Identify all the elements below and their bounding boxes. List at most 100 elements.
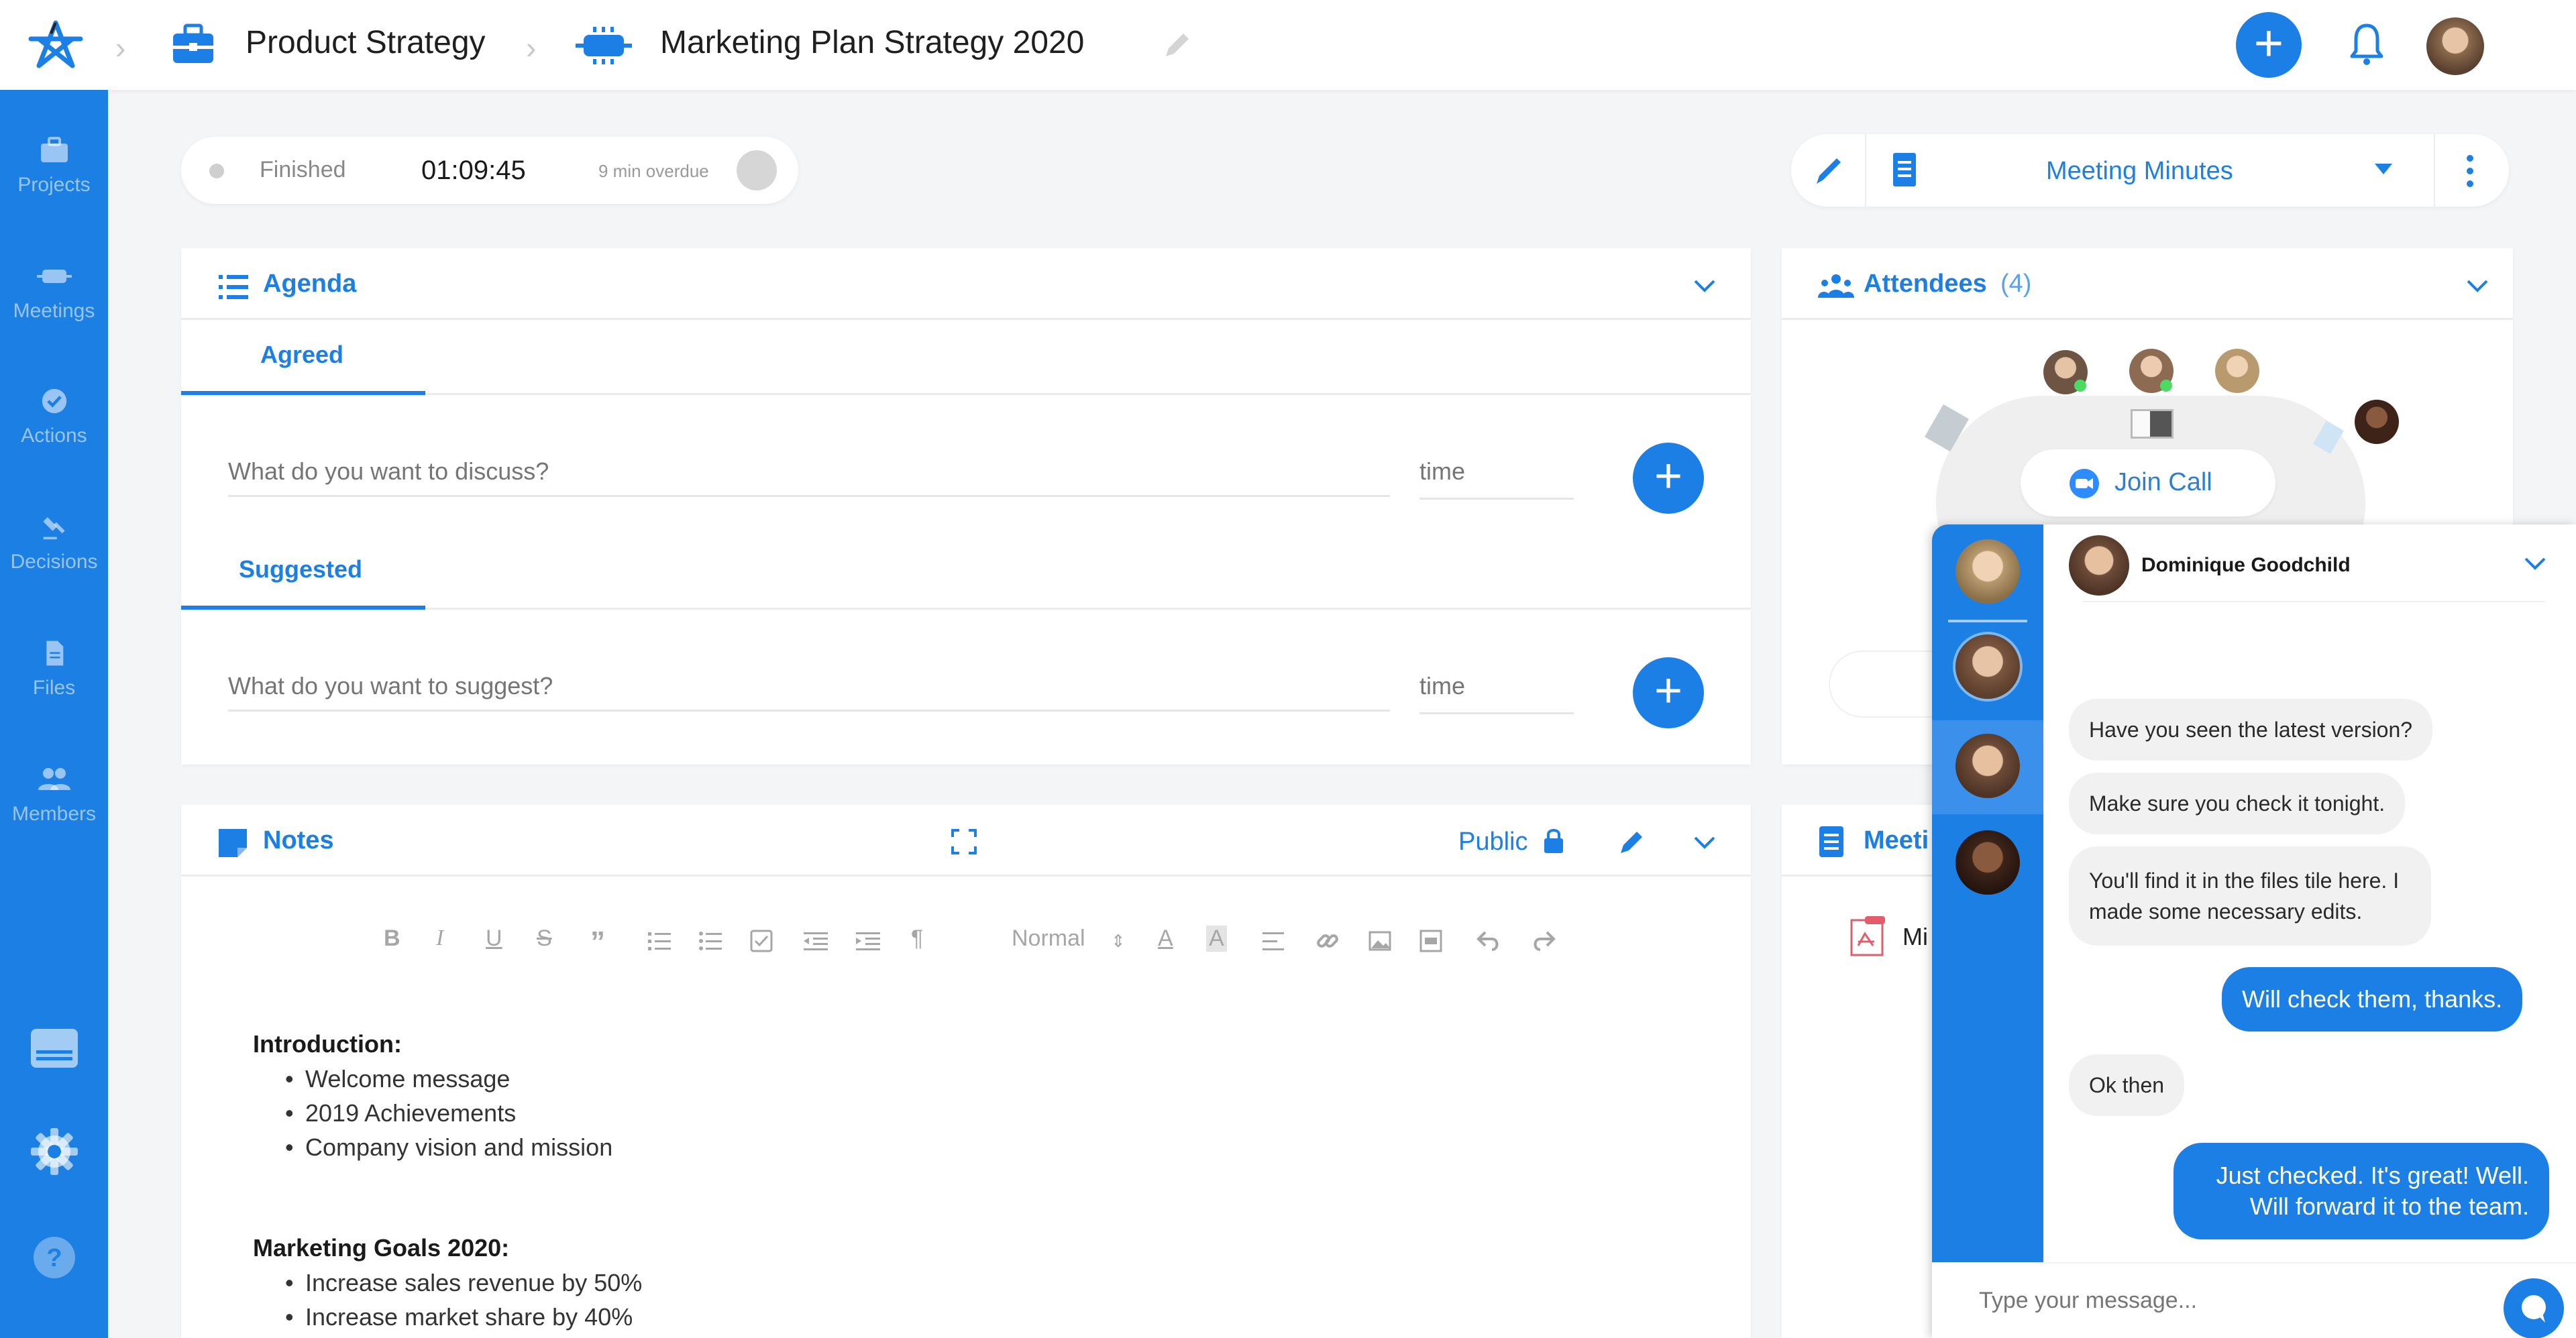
divider [1865, 134, 1866, 207]
chevron-down-icon[interactable] [1693, 279, 1716, 294]
attendees-title: Attendees [1864, 270, 1987, 298]
tab-underline [181, 391, 425, 395]
italic-button[interactable]: I [436, 926, 443, 951]
gear-icon[interactable] [30, 1127, 79, 1176]
image-icon[interactable] [1368, 930, 1391, 952]
sidebar-item-label: Members [11, 803, 97, 825]
lock-icon[interactable] [1543, 828, 1564, 854]
chevron-down-icon[interactable] [2524, 557, 2546, 571]
sidebar-item-actions[interactable]: Actions [0, 388, 108, 447]
agenda-item-input[interactable] [228, 457, 1368, 486]
contact-avatar[interactable] [1955, 634, 2020, 699]
sidebar: Projects Meetings Actions Decisions File… [0, 90, 108, 1338]
chevron-down-icon[interactable] [2466, 279, 2489, 294]
checklist-icon[interactable] [750, 930, 773, 952]
sidebar-item-label: Projects [17, 174, 91, 196]
add-suggestion-button[interactable]: + [1633, 657, 1704, 728]
bold-button[interactable]: B [384, 926, 400, 952]
divider [181, 875, 1751, 877]
font-color-button[interactable]: A [1158, 926, 1173, 952]
send-message-button[interactable] [2504, 1278, 2564, 1338]
members-icon [1818, 274, 1854, 298]
attendee-avatar[interactable] [2355, 400, 2399, 444]
sidebar-item-projects[interactable]: Projects [0, 137, 108, 197]
blockquote-button[interactable]: ” [590, 926, 605, 959]
top-bar: › Product Strategy › Marketing Plan Stra… [0, 0, 2576, 90]
note-heading: Marketing Goals 2020: [253, 1234, 510, 1262]
note-list-item: Welcome message [285, 1065, 511, 1093]
sidebar-item-files[interactable]: Files [0, 640, 108, 700]
meeting-minutes-title: Meeti [1864, 826, 1929, 854]
notes-title: Notes [263, 826, 334, 854]
status-toggle[interactable] [737, 150, 777, 190]
pencil-icon[interactable] [1811, 153, 1846, 188]
contact-avatar[interactable] [1955, 539, 2020, 604]
breadcrumb-project[interactable]: Product Strategy [246, 24, 486, 61]
bullet-list-icon[interactable] [699, 931, 722, 952]
message-incoming: You'll find it in the files tile here. I… [2069, 846, 2431, 946]
message-incoming: Ok then [2069, 1054, 2185, 1116]
card-icon[interactable] [30, 1027, 79, 1069]
suggestion-input[interactable] [228, 672, 1368, 700]
add-agenda-item-button[interactable]: + [1633, 443, 1704, 514]
format-select[interactable]: Normal [1012, 926, 1085, 952]
sidebar-item-decisions[interactable]: Decisions [0, 514, 108, 573]
marker-icon[interactable] [1617, 826, 1646, 856]
chat-bubble-icon [2522, 1295, 2546, 1323]
note-heading: Introduction: [253, 1030, 402, 1058]
tab-underline [181, 606, 425, 610]
tab-agreed[interactable]: Agreed [260, 341, 343, 369]
join-call-button[interactable]: Join Call [2021, 449, 2275, 516]
app-logo-icon[interactable] [25, 19, 86, 72]
chat-message-input[interactable] [1979, 1288, 2449, 1314]
contact-avatar[interactable] [1955, 830, 2020, 895]
text-direction-button[interactable]: ¶ [911, 926, 923, 952]
attendee-avatar[interactable] [2215, 349, 2259, 393]
message-incoming: Make sure you check it tonight. [2069, 773, 2406, 834]
breadcrumb-meeting[interactable]: Marketing Plan Strategy 2020 [660, 24, 1084, 61]
message-incoming: Have you seen the latest version? [2069, 699, 2433, 761]
fullscreen-icon[interactable] [951, 829, 977, 854]
tab-suggested[interactable]: Suggested [239, 555, 362, 583]
strikethrough-button[interactable]: S [537, 926, 552, 952]
link-icon[interactable] [1316, 930, 1339, 952]
edit-title-icon[interactable] [1161, 30, 1193, 62]
highlight-button[interactable]: A [1206, 926, 1227, 952]
align-icon[interactable] [1263, 931, 1284, 952]
redo-icon[interactable] [1529, 930, 1556, 952]
bell-icon[interactable] [2347, 20, 2387, 67]
chevron-down-icon[interactable] [1693, 836, 1716, 850]
underline-button[interactable]: U [486, 926, 502, 952]
note-list-item: Company vision and mission [285, 1133, 612, 1162]
user-avatar[interactable] [2426, 17, 2484, 75]
sidebar-item-meetings[interactable]: Meetings [0, 263, 108, 323]
ordered-list-icon[interactable] [648, 931, 671, 952]
meeting-icon [36, 270, 72, 283]
more-vertical-icon[interactable] [2463, 154, 2477, 188]
minutes-file-name[interactable]: Mi [1902, 923, 1928, 951]
caret-down-icon[interactable] [2375, 164, 2392, 174]
pdf-file-icon[interactable] [1849, 915, 1886, 958]
format-select-caret-icon[interactable]: ⇕ [1111, 931, 1126, 952]
indent-icon[interactable] [856, 931, 880, 952]
video-icon[interactable] [1419, 930, 1442, 952]
chat-contact-avatar [2069, 535, 2129, 596]
note-list-item: 2019 Achievements [285, 1099, 516, 1127]
undo-icon[interactable] [1476, 930, 1503, 952]
join-call-label: Join Call [2114, 468, 2212, 496]
visibility-toggle[interactable]: Public [1458, 828, 1528, 856]
suggestion-time-input[interactable] [1419, 672, 1554, 700]
sidebar-item-members[interactable]: Members [0, 766, 108, 826]
contact-avatar[interactable] [1955, 734, 2020, 798]
message-outgoing: Just checked. It's great! Well. Will for… [2174, 1143, 2549, 1239]
divider [2082, 601, 2545, 602]
input-underline [1419, 712, 1574, 714]
add-button[interactable]: + [2236, 12, 2302, 78]
input-underline [228, 495, 1390, 497]
outdent-icon[interactable] [804, 931, 828, 952]
chat-contact-list [1932, 524, 2043, 1262]
minutes-template-select[interactable]: Meeting Minutes [2046, 157, 2233, 186]
help-icon[interactable]: ? [32, 1235, 76, 1280]
agenda-time-input[interactable] [1419, 457, 1554, 486]
online-indicator [2160, 380, 2172, 392]
